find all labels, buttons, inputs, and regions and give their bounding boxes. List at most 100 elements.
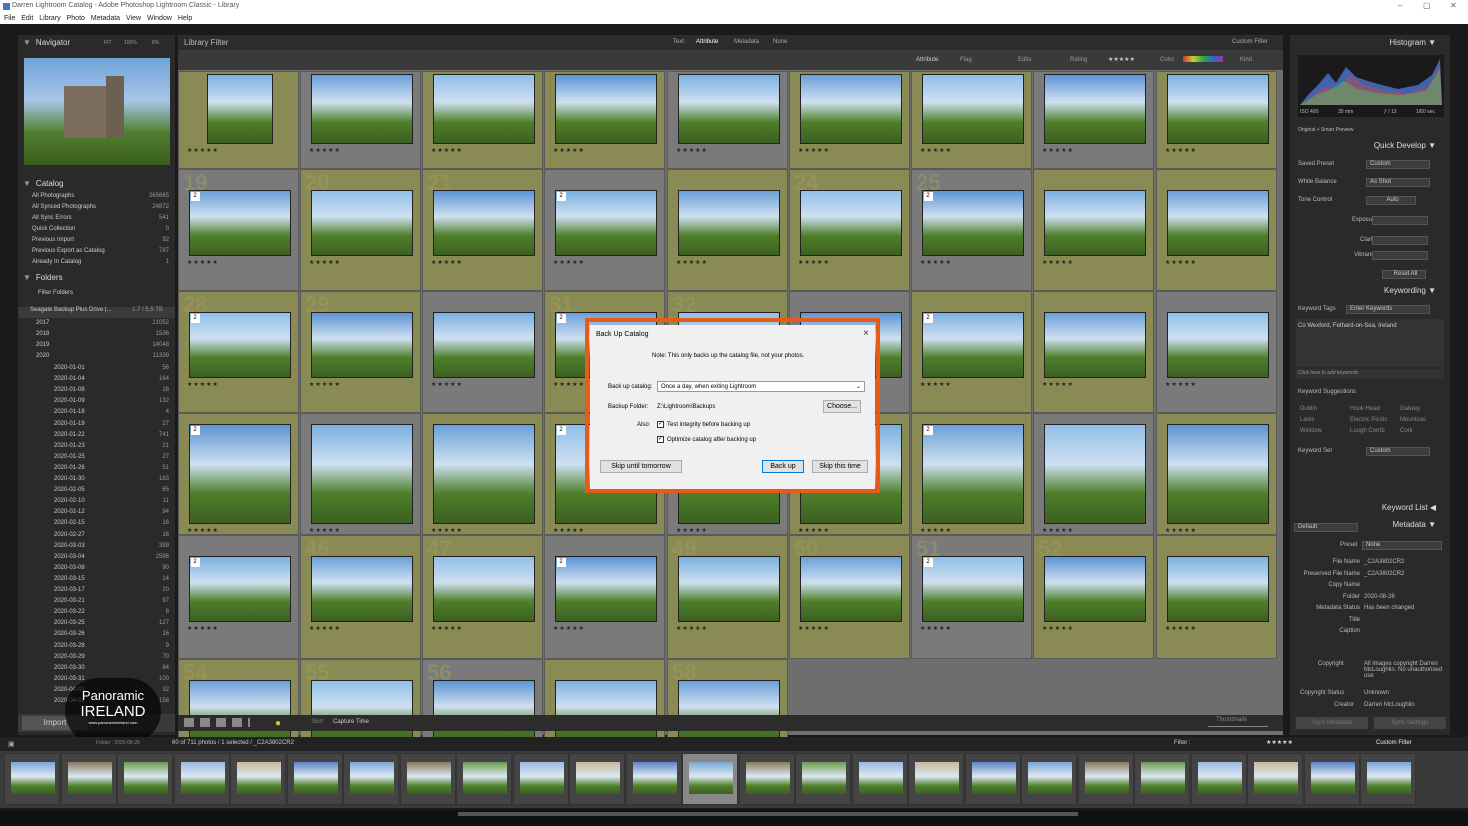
grid-cell[interactable]: ★★★★★ xyxy=(1033,413,1154,535)
photo-thumbnail[interactable] xyxy=(1166,312,1269,378)
grid-cell[interactable]: ★★★★★ xyxy=(1033,169,1154,291)
filter-tab-text[interactable]: Text xyxy=(673,39,684,45)
folder-item[interactable]: 2020-02-05 65 xyxy=(18,487,175,498)
filmstrip-thumbnail[interactable] xyxy=(1360,753,1416,805)
keyword-suggestion[interactable]: Wicklow xyxy=(1300,428,1322,434)
filter-folders[interactable]: Filter Folders xyxy=(18,290,175,301)
rating-stars[interactable]: ★★★★★ xyxy=(1042,527,1074,534)
grid-cell[interactable]: 2 ★★★★★ xyxy=(911,413,1032,535)
second-window-icon[interactable]: ▣ xyxy=(8,740,15,748)
folder-year[interactable]: 2017 21052 xyxy=(18,320,175,331)
grid-cell[interactable]: 56★★★★★ xyxy=(422,659,543,756)
catalog-item[interactable]: Already In Catalog 1 xyxy=(18,259,175,270)
filmstrip-thumbnail[interactable] xyxy=(964,753,1021,805)
filmstrip-thumbnail[interactable] xyxy=(625,753,682,805)
photo-thumbnail[interactable] xyxy=(554,74,657,144)
folder-item[interactable]: 2020-02-10 11 xyxy=(18,498,175,509)
photo-thumbnail[interactable] xyxy=(188,556,291,622)
auto-tone-button[interactable]: Auto xyxy=(1366,196,1416,205)
exposure-buttons[interactable] xyxy=(1372,216,1428,225)
folder-item[interactable]: 2020-01-19 27 xyxy=(18,421,175,432)
rating-stars[interactable]: ★★★★★ xyxy=(920,625,952,632)
grid-cell[interactable]: ★★★★★ xyxy=(911,71,1032,169)
filmstrip-thumbnail[interactable] xyxy=(908,753,964,805)
photo-thumbnail[interactable] xyxy=(921,556,1024,622)
rating-stars[interactable]: ★★★★★ xyxy=(431,527,463,534)
rating-stars[interactable]: ★★★★★ xyxy=(798,147,830,154)
rating-stars[interactable]: ★★★★★ xyxy=(798,259,830,266)
folder-item[interactable]: 2020-01-09 132 xyxy=(18,398,175,409)
keywording-header[interactable]: Keywording ▼ xyxy=(1290,286,1450,300)
menu-photo[interactable]: Photo xyxy=(67,13,85,24)
metadata-preset-dropdown[interactable]: None xyxy=(1362,541,1442,550)
keyword-suggestion[interactable]: Lough Corrib xyxy=(1350,428,1385,434)
rating-stars[interactable]: ★★★★★ xyxy=(676,259,708,266)
folder-item[interactable]: 2020-01-08 28 xyxy=(18,387,175,398)
grid-cell[interactable]: 2 ★★★★★ xyxy=(544,535,665,659)
grid-cell[interactable]: ★★★★★ xyxy=(667,71,788,169)
filmstrip-thumbnail[interactable] xyxy=(1190,753,1247,805)
folder-year[interactable]: 2018 1536 xyxy=(18,331,175,342)
photo-thumbnail[interactable] xyxy=(1043,190,1146,256)
folder-item[interactable]: 2020-01-01 56 xyxy=(18,365,175,376)
folder-item[interactable]: 2020-01-04 164 xyxy=(18,376,175,387)
menu-file[interactable]: File xyxy=(4,13,15,24)
keywords-box[interactable]: Co Wexford, Fethard-on-Sea, Ireland xyxy=(1296,319,1444,367)
view-mode-icons[interactable] xyxy=(184,718,250,727)
photo-thumbnail[interactable] xyxy=(310,556,413,622)
photo-thumbnail[interactable] xyxy=(1166,190,1269,256)
photo-thumbnail[interactable] xyxy=(310,74,413,144)
grid-cell[interactable]: ★★★★★ xyxy=(1156,169,1277,291)
grid-cell[interactable]: 20 ★★★★★ xyxy=(300,169,421,291)
rating-stars[interactable]: ★★★★★ xyxy=(431,259,463,266)
keyword-suggestion[interactable]: Hook Head xyxy=(1350,406,1380,412)
grid-cell[interactable]: ★★★★★ xyxy=(300,71,421,169)
filmstrip-thumbnail[interactable] xyxy=(343,753,399,805)
metadata-field-value[interactable]: _C2A3802CR2 xyxy=(1364,559,1404,565)
grid-cell[interactable]: ★★★★★ xyxy=(422,413,543,535)
grid-cell[interactable]: 54★★★★★ xyxy=(178,659,299,756)
folder-year[interactable]: 2019 14048 xyxy=(18,342,175,353)
optimize-catalog-checkbox[interactable]: ✓ xyxy=(657,436,664,443)
filmstrip-thumbnail[interactable] xyxy=(4,753,60,805)
filmstrip-thumbnail[interactable] xyxy=(173,753,230,805)
grid-cell[interactable]: ★★★★★ xyxy=(1156,535,1277,659)
filter-tab-metadata[interactable]: Metadata xyxy=(734,39,759,45)
grid-cell[interactable]: 21 ★★★★★ xyxy=(422,169,543,291)
folder-item[interactable]: 2020-03-03 399 xyxy=(18,543,175,554)
keyword-suggestion[interactable]: Dublin xyxy=(1300,406,1317,412)
painter-icon[interactable]: ● xyxy=(275,718,281,729)
rating-stars[interactable]: ★★★★★ xyxy=(920,527,952,534)
photo-thumbnail[interactable] xyxy=(1043,424,1146,524)
thumbnail-size-slider[interactable] xyxy=(1208,726,1268,727)
filmstrip-thumbnail[interactable] xyxy=(795,753,851,805)
folder-item[interactable]: 2020-02-15 16 xyxy=(18,520,175,531)
grid-cell[interactable]: ★★★★★ xyxy=(300,413,421,535)
photo-thumbnail[interactable] xyxy=(677,556,780,622)
photo-thumbnail[interactable] xyxy=(921,74,1024,144)
maximize-button[interactable]: ▢ xyxy=(1423,1,1431,10)
copyright-status-value[interactable]: Unknown xyxy=(1364,690,1389,696)
rating-stars[interactable]: ★★★★★ xyxy=(920,259,952,266)
folder-item[interactable]: 2020-01-30 183 xyxy=(18,476,175,487)
keyword-suggestion[interactable]: Electric Picnic xyxy=(1350,417,1387,423)
photo-thumbnail[interactable] xyxy=(1043,74,1146,144)
grid-cell[interactable]: 55★★★★★ xyxy=(300,659,421,756)
photo-thumbnail[interactable] xyxy=(921,424,1024,524)
filmstrip-custom-filter[interactable]: Custom Filter xyxy=(1376,740,1412,746)
grid-cell[interactable]: 58★★★★★ xyxy=(667,659,788,756)
grid-cell[interactable]: ★★★★★ xyxy=(178,71,299,169)
rating-stars[interactable]: ★★★★★ xyxy=(187,259,219,266)
rating-stars[interactable]: ★★★★★ xyxy=(676,147,708,154)
folder-item[interactable]: 2020-03-28 9 xyxy=(18,643,175,654)
folder-item[interactable]: 2020-03-08 90 xyxy=(18,565,175,576)
photo-thumbnail[interactable] xyxy=(432,556,535,622)
photo-thumbnail[interactable] xyxy=(554,190,657,256)
filter-tab-none[interactable]: None xyxy=(773,39,787,45)
rating-stars[interactable]: ★★★★★ xyxy=(187,527,219,534)
metadata-field-value[interactable]: 2020-08-26 xyxy=(1364,594,1395,600)
catalog-item[interactable]: All Photographs 265665 xyxy=(18,193,175,204)
rating-stars[interactable]: ★★★★★ xyxy=(187,147,219,154)
filmstrip-thumbnail[interactable] xyxy=(399,753,456,805)
color-label-swatches[interactable] xyxy=(1183,56,1223,62)
